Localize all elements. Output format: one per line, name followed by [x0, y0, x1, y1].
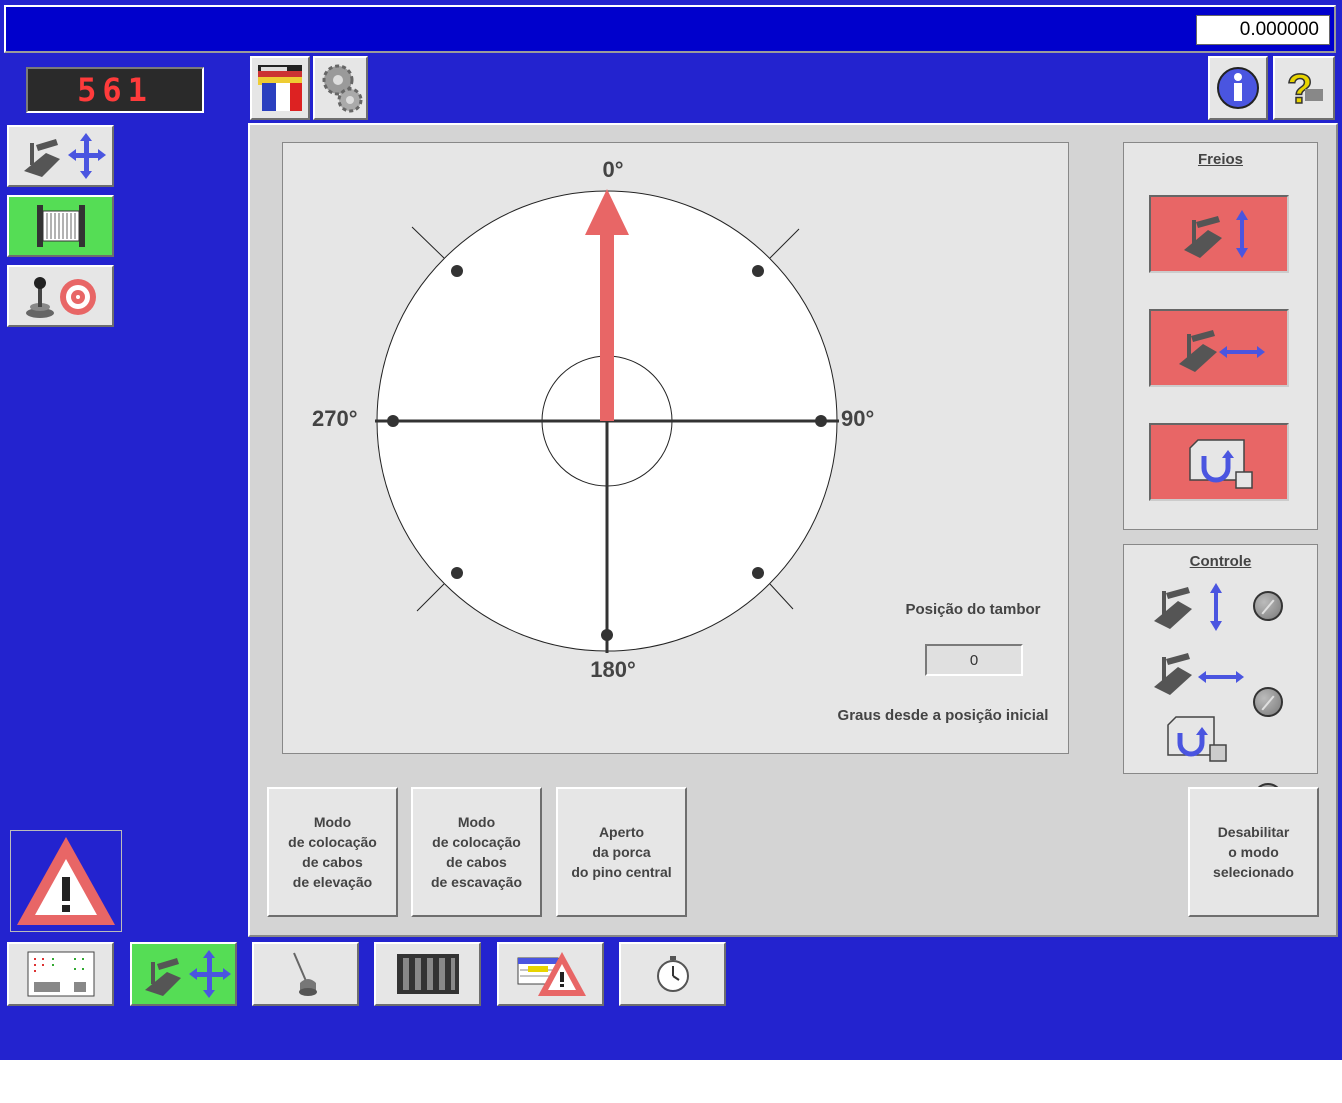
dial-panel: 0° 90° 180° 270° Posição do tambor 0 Gra…: [282, 142, 1069, 754]
hoist-control-icon: [1154, 583, 1222, 631]
help-button[interactable]: ?: [1273, 56, 1335, 120]
crowd-brake-button[interactable]: [1149, 309, 1289, 387]
cable-drum-icon: [36, 205, 85, 247]
nav-timer-button[interactable]: [619, 942, 726, 1006]
movement-arrows-icon: [23, 133, 106, 179]
warning-area[interactable]: [10, 830, 122, 932]
center-pin-nut-button[interactable]: Aperto da porca do pino central: [556, 787, 687, 917]
hoist-control-lamp: [1253, 591, 1283, 621]
hoist-brake-button[interactable]: [1149, 195, 1289, 273]
control-title: Controle: [1189, 553, 1252, 570]
nav-lubrication-button[interactable]: [252, 942, 359, 1006]
nav-movement-button[interactable]: [130, 942, 237, 1006]
fault-log-icon: [517, 952, 586, 996]
help-icon: ?: [1286, 64, 1323, 113]
io-status-icon: [27, 951, 94, 997]
language-button[interactable]: [250, 56, 310, 120]
disable-mode-button[interactable]: Desabilitar o modo selecionado: [1188, 787, 1319, 917]
dial-label-90: 90°: [841, 406, 875, 431]
lubrication-icon: [292, 952, 317, 996]
cable-drum-button[interactable]: [7, 195, 114, 257]
title-bar: 0.000000: [4, 5, 1336, 53]
movement-arrows-icon: [144, 950, 231, 998]
counter-value: 561: [77, 71, 153, 109]
joystick-target-button[interactable]: [7, 265, 114, 327]
info-icon: [1217, 67, 1259, 109]
brakes-title: Freios: [1197, 151, 1243, 168]
drum-position-label: Posição do tambor: [905, 601, 1041, 618]
dial-label-270: 270°: [312, 406, 358, 431]
movement-mode-button[interactable]: [7, 125, 114, 187]
info-button[interactable]: [1208, 56, 1268, 120]
swing-control-icon: [1167, 716, 1227, 762]
swing-brake-icon: [1189, 439, 1253, 489]
dial-label-0: 0°: [602, 157, 624, 182]
drive-rack-icon: [396, 954, 459, 994]
hoist-brake-icon: [1184, 210, 1248, 258]
joystick-target-icon: [25, 277, 96, 318]
dial-label-180: 180°: [590, 657, 636, 682]
nav-fault-log-button[interactable]: [497, 942, 604, 1006]
language-flags-icon: [258, 65, 302, 111]
drum-position-value: 0: [925, 644, 1023, 676]
crowd-cable-mode-button[interactable]: Modo de colocação de cabos de escavação: [411, 787, 542, 917]
crowd-control-icon: [1154, 653, 1244, 695]
counter-display: 561: [26, 67, 204, 113]
brakes-panel: Freios: [1123, 142, 1318, 530]
title-value-readout: 0.000000: [1196, 15, 1330, 45]
settings-gears-icon: [322, 64, 362, 113]
hoist-cable-mode-button[interactable]: Modo de colocação de cabos de elevação: [267, 787, 398, 917]
control-panel: Controle: [1123, 544, 1318, 813]
nav-io-status-button[interactable]: [7, 942, 114, 1006]
crowd-control-lamp: [1253, 687, 1283, 717]
svg-text:?: ?: [1287, 65, 1313, 112]
nav-drive-rack-button[interactable]: [374, 942, 481, 1006]
settings-button[interactable]: [313, 56, 368, 120]
timer-icon: [656, 956, 689, 992]
crowd-brake-icon: [1179, 330, 1265, 372]
degrees-caption: Graus desde a posição inicial: [837, 707, 1049, 724]
warning-triangle-icon: [17, 837, 115, 925]
swing-brake-button[interactable]: [1149, 423, 1289, 501]
